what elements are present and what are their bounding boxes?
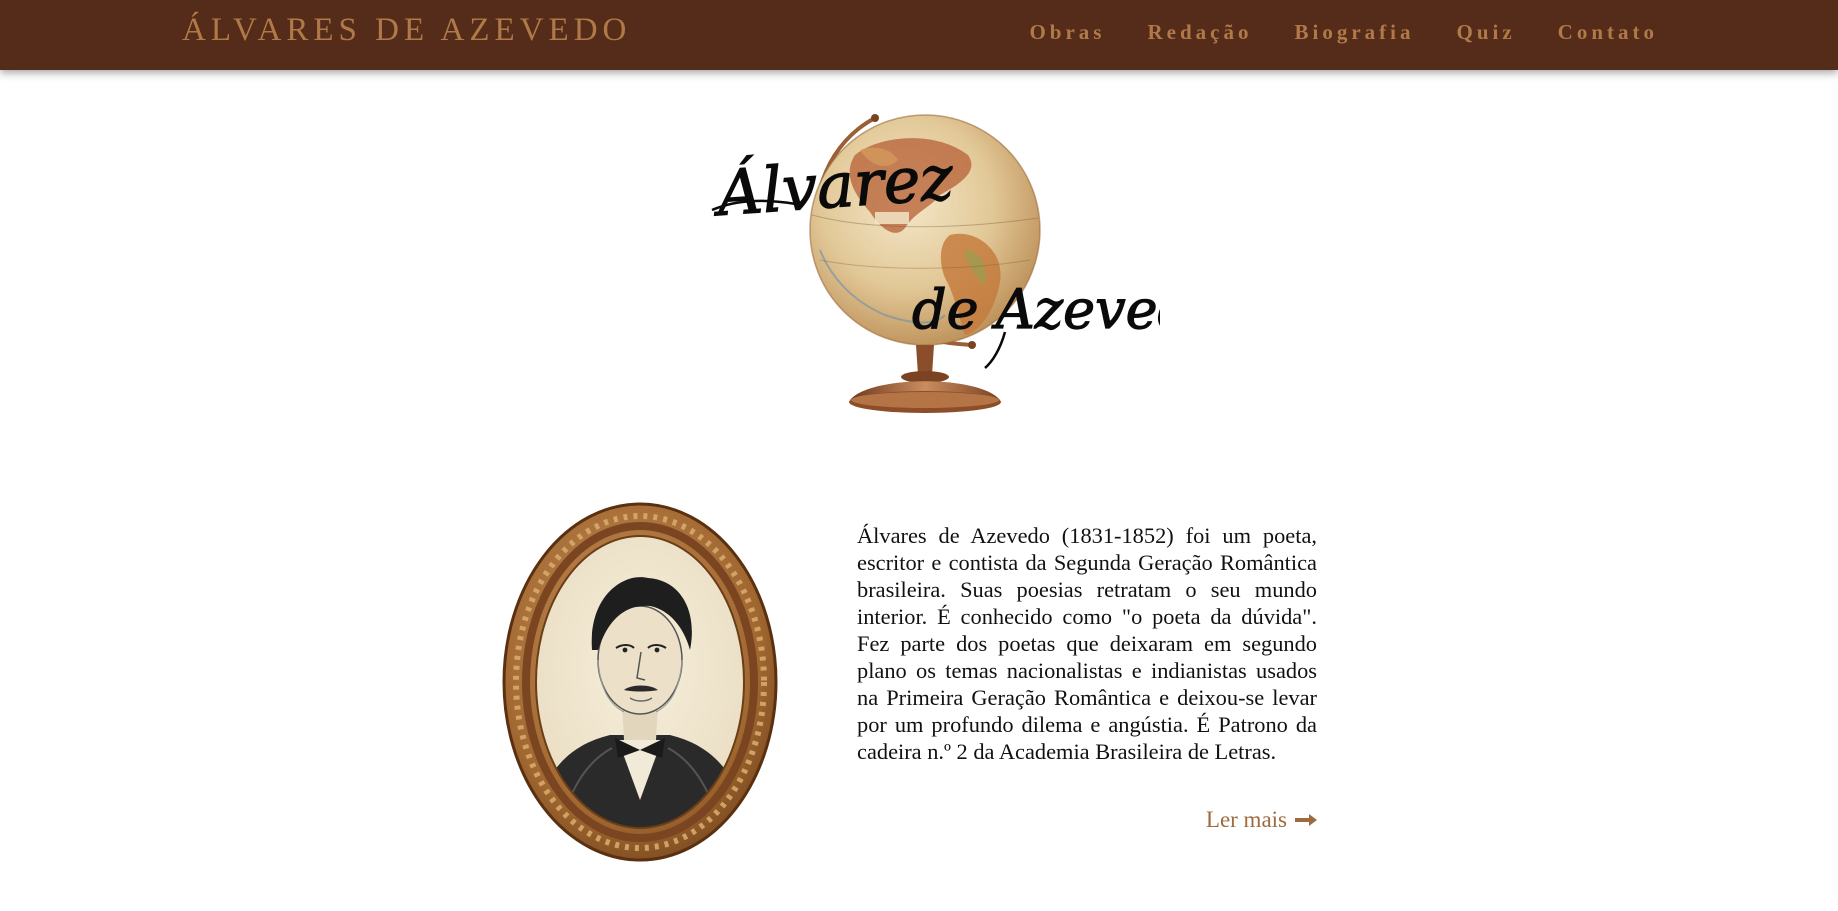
top-navbar: ÁLVARES DE AZEVEDO Obras Redação Biograf… [0, 0, 1838, 70]
logo-text-line2: de Azevedo [912, 278, 1160, 341]
nav-link-quiz[interactable]: Quiz [1456, 20, 1515, 45]
read-more-link[interactable]: Ler mais [1140, 807, 1317, 833]
nav-link-biografia[interactable]: Biografia [1294, 20, 1414, 45]
hero-logo: Álvarez de Azevedo [700, 100, 1160, 420]
nav-link-contato[interactable]: Contato [1558, 20, 1658, 45]
globe-icon: Álvarez de Azevedo [710, 114, 1160, 413]
portrait-icon [502, 502, 778, 862]
nav-links: Obras Redação Biografia Quiz Contato [1029, 20, 1658, 45]
arrow-right-icon [1295, 814, 1317, 826]
read-more-label: Ler mais [1205, 807, 1287, 832]
portrait-image [500, 500, 780, 865]
nav-link-redacao[interactable]: Redação [1147, 20, 1252, 45]
nav-link-obras[interactable]: Obras [1029, 20, 1105, 45]
brand-logo-link[interactable]: ÁLVARES DE AZEVEDO [182, 12, 631, 49]
bio-paragraph: Álvares de Azevedo (1831-1852) foi um po… [857, 523, 1317, 764]
